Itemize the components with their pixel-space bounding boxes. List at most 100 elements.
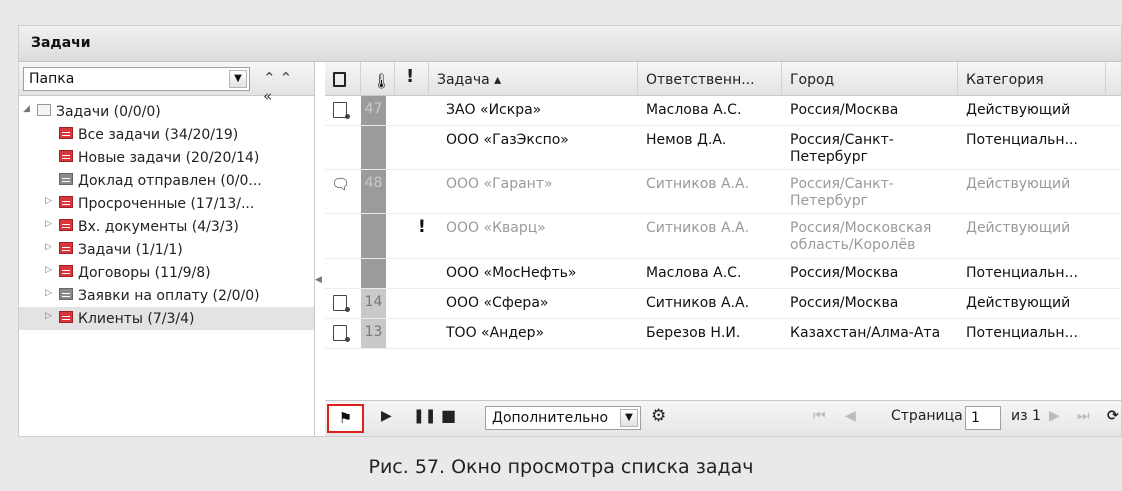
city-cell: Россия/Московская область/Королёв	[790, 220, 932, 253]
extra-actions-select[interactable]: Дополнительно ▼	[485, 406, 641, 430]
splitter-collapse-icon[interactable]: ◀	[315, 275, 322, 291]
category-cell: Потенциальн...	[966, 132, 1078, 148]
table-row[interactable]: ! ООО «Кварц» Ситников А.А. Россия/Моско…	[325, 214, 1121, 259]
tree-item-payment-requests[interactable]: ▷ Заявки на оплату (2/0/0)	[19, 284, 314, 307]
chevron-down-icon[interactable]: ▼	[229, 70, 247, 88]
tree-item-all-tasks[interactable]: Все задачи (34/20/19)	[19, 123, 314, 146]
tree-item-label: Доклад отправлен (0/0...	[78, 173, 262, 189]
pause-icon[interactable]: ❚❚	[413, 408, 436, 424]
task-cell[interactable]: ООО «МосНефть»	[438, 259, 585, 288]
task-cell[interactable]: ООО «Сфера»	[438, 289, 556, 318]
task-cell[interactable]: ЗАО «Искра»	[438, 96, 549, 125]
expand-triangle-icon[interactable]: ▷	[45, 265, 52, 275]
responsible-cell: Ситников А.А.	[646, 176, 750, 192]
temperature-cell: 13	[361, 319, 386, 348]
tree-item-label: Клиенты (7/3/4)	[78, 311, 195, 327]
task-cell[interactable]: ООО «ГазЭкспо»	[438, 126, 577, 155]
table-row[interactable]: ООО «МосНефть» Маслова А.С. Россия/Москв…	[325, 259, 1121, 289]
column-city-header[interactable]: Город	[782, 62, 958, 96]
task-cell[interactable]: ООО «Кварц»	[438, 214, 554, 243]
tree-item-label: Вх. документы (4/3/3)	[78, 219, 239, 235]
expand-triangle-icon[interactable]: ▷	[45, 288, 52, 298]
column-responsible-header[interactable]: Ответственн...	[638, 62, 782, 96]
folder-tree: ◢ Задачи (0/0/0) Все задачи (34/20/19) Н…	[19, 96, 314, 330]
next-page-icon[interactable]: ▶	[1049, 408, 1060, 424]
extra-actions-select-value: Дополнительно	[492, 410, 609, 426]
exclamation-icon: !	[406, 66, 415, 87]
red-folder-icon	[59, 150, 73, 162]
expanded-triangle-icon[interactable]: ◢	[23, 104, 30, 114]
task-cell[interactable]: ООО «Гарант»	[438, 170, 561, 199]
temperature-cell: 48	[361, 170, 386, 213]
folder-icon	[37, 104, 51, 116]
table-row[interactable]: ООО «ГазЭкспо» Немов Д.А. Россия/Санкт-П…	[325, 126, 1121, 170]
column-temperature-header[interactable]: 🌡	[361, 62, 395, 96]
category-cell: Действующий	[966, 220, 1071, 236]
thermometer-icon: 🌡	[372, 72, 392, 90]
city-cell: Россия/Москва	[790, 102, 899, 118]
folder-select[interactable]: Папка ▼	[23, 67, 250, 91]
table-row[interactable]: 14 ООО «Сфера» Ситников А.А. Россия/Моск…	[325, 289, 1121, 319]
red-folder-icon	[59, 196, 73, 208]
column-attachment-header[interactable]	[325, 62, 361, 96]
expand-triangle-icon[interactable]: ▷	[45, 311, 52, 321]
flag-button[interactable]: ⚑	[327, 404, 364, 433]
red-folder-icon	[59, 242, 73, 254]
tree-item-overdue[interactable]: ▷ Просроченные (17/13/...	[19, 192, 314, 215]
expand-triangle-icon[interactable]: ▷	[45, 196, 52, 206]
temperature-cell: 47	[361, 96, 386, 125]
column-importance-header[interactable]: !	[395, 62, 429, 96]
temperature-cell: 14	[361, 289, 386, 318]
grey-folder-icon	[59, 173, 73, 185]
category-cell: Потенциальн...	[966, 325, 1078, 341]
tree-item-contracts[interactable]: ▷ Договоры (11/9/8)	[19, 261, 314, 284]
tasks-window: Задачи Папка ▼ ⌃⌃ « ◢ Задачи (0/0/0) Все	[18, 25, 1122, 437]
tree-item-incoming-docs[interactable]: ▷ Вх. документы (4/3/3)	[19, 215, 314, 238]
column-category-header[interactable]: Категория	[958, 62, 1106, 96]
tree-item-label: Новые задачи (20/20/14)	[78, 150, 260, 166]
grey-folder-icon	[59, 288, 73, 300]
category-cell: Действующий	[966, 102, 1071, 118]
responsible-cell: Маслова А.С.	[646, 102, 742, 118]
city-cell: Россия/Санкт-Петербург	[790, 132, 894, 165]
table-row[interactable]: 🗨 48 ООО «Гарант» Ситников А.А. Россия/С…	[325, 170, 1121, 214]
table-row[interactable]: 47 ЗАО «Искра» Маслова А.С. Россия/Москв…	[325, 96, 1121, 126]
first-page-icon[interactable]: ⏮	[813, 408, 826, 424]
page-number-input[interactable]: 1	[965, 406, 1001, 430]
expand-triangle-icon[interactable]: ▷	[45, 242, 52, 252]
city-cell: Россия/Москва	[790, 295, 899, 311]
document-icon	[333, 295, 350, 312]
tree-item-clients[interactable]: ▷ Клиенты (7/3/4)	[19, 307, 314, 330]
play-icon[interactable]: ▶	[381, 408, 392, 424]
responsible-cell: Маслова А.С.	[646, 265, 742, 281]
temperature-cell	[361, 214, 386, 258]
settings-gear-icon[interactable]: ⚙	[651, 406, 666, 426]
folder-panel: Папка ▼ ⌃⌃ « ◢ Задачи (0/0/0) Все задачи…	[19, 62, 315, 436]
document-icon	[333, 325, 350, 342]
page-count-label: из 1	[1011, 408, 1041, 424]
stop-icon[interactable]: ■	[441, 406, 456, 425]
page-number-value: 1	[971, 410, 980, 426]
refresh-icon[interactable]: ⟳	[1107, 408, 1119, 424]
responsible-cell: Березов Н.И.	[646, 325, 741, 341]
table-row[interactable]: 13 ТОО «Андер» Березов Н.И. Казахстан/Ал…	[325, 319, 1121, 349]
folder-select-value: Папка	[29, 71, 75, 87]
prev-page-icon[interactable]: ◀	[845, 408, 856, 424]
tree-item-tasks[interactable]: ▷ Задачи (1/1/1)	[19, 238, 314, 261]
last-page-icon[interactable]: ⏭	[1077, 408, 1090, 424]
temperature-cell	[361, 259, 386, 288]
category-cell: Потенциальн...	[966, 265, 1078, 281]
importance-exclamation-icon: !	[418, 217, 426, 237]
document-icon	[333, 72, 346, 87]
tree-item-report-sent[interactable]: Доклад отправлен (0/0...	[19, 169, 314, 192]
tree-item-new-tasks[interactable]: Новые задачи (20/20/14)	[19, 146, 314, 169]
flag-icon: ⚑	[338, 409, 353, 427]
responsible-cell: Немов Д.А.	[646, 132, 727, 148]
tree-item-root[interactable]: ◢ Задачи (0/0/0)	[19, 100, 314, 123]
category-cell: Действующий	[966, 295, 1071, 311]
chevron-down-icon[interactable]: ▼	[620, 409, 638, 427]
expand-triangle-icon[interactable]: ▷	[45, 219, 52, 229]
column-task-header[interactable]: Задача ▴	[429, 62, 638, 96]
tree-item-label: Просроченные (17/13/...	[78, 196, 255, 212]
task-cell[interactable]: ТОО «Андер»	[438, 319, 552, 348]
